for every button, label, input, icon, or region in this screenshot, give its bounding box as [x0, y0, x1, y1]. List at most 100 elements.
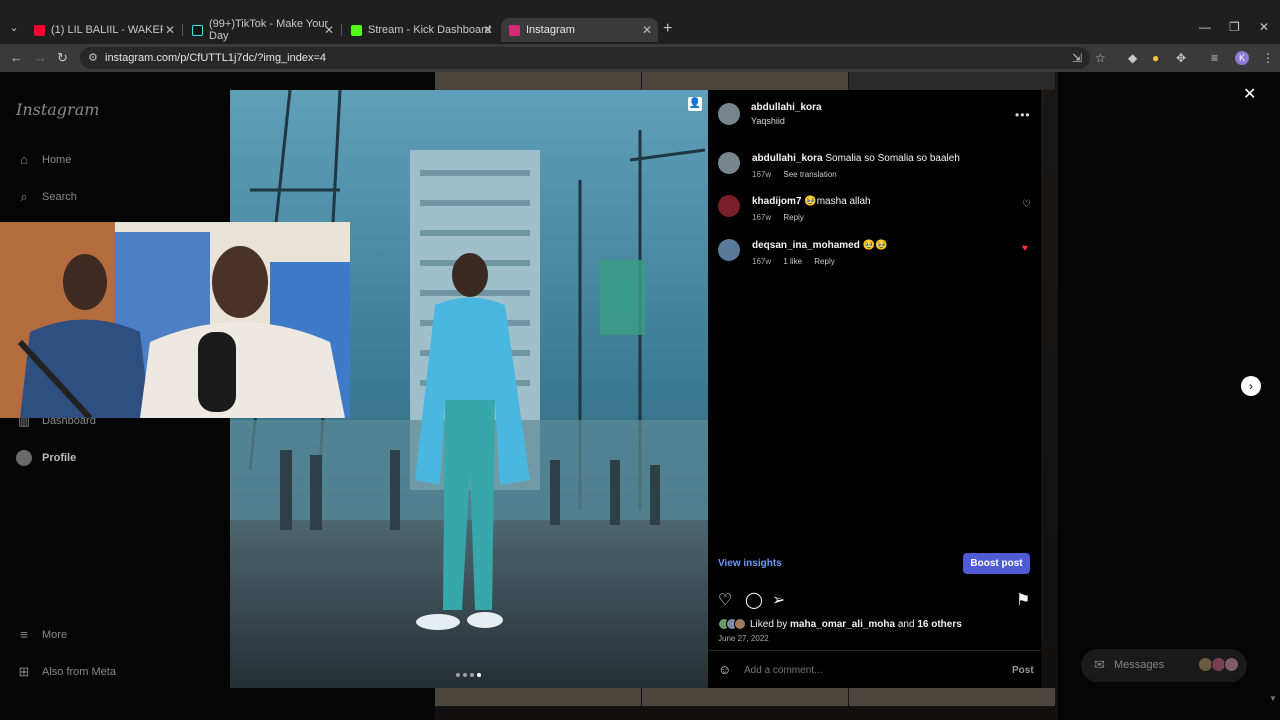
- tab-youtube[interactable]: (1) LIL BALIIL - WAKERE ( OFFICIA ✕: [26, 18, 181, 42]
- tab-kick[interactable]: Stream - Kick Dashboard ✕: [343, 18, 499, 42]
- tab-instagram[interactable]: Instagram ✕: [501, 18, 658, 42]
- carousel-dot-active: [477, 673, 481, 677]
- reply-button[interactable]: Reply: [814, 257, 834, 266]
- comment-username[interactable]: abdullahi_kora: [752, 153, 823, 164]
- save-bookmark-icon[interactable]: ⚑: [1016, 590, 1030, 610]
- add-comment-input[interactable]: [744, 665, 974, 676]
- comment-meta: 167w 1 like Reply: [752, 257, 845, 266]
- tag-people-icon[interactable]: 👤: [688, 97, 702, 111]
- emoji-smiley-icon[interactable]: ☺: [718, 662, 731, 677]
- liked-by-user[interactable]: maha_omar_ali_moha: [790, 619, 895, 630]
- liked-by: Liked by maha_omar_ali_moha and 16 other…: [718, 618, 962, 630]
- browser-tab-bar: ⌄ (1) LIL BALIIL - WAKERE ( OFFICIA ✕ (9…: [0, 0, 1280, 44]
- tab-close-icon[interactable]: ✕: [483, 23, 493, 37]
- address-bar[interactable]: ⚙ instagram.com/p/CfUTTL1j7dc/?img_index…: [80, 47, 1090, 69]
- webcam-overlay: [0, 222, 350, 418]
- sidebar-item-label: Search: [42, 191, 77, 203]
- new-tab-button[interactable]: +: [663, 20, 672, 38]
- bookmark-star-icon[interactable]: ☆: [1095, 51, 1106, 65]
- minimize-icon[interactable]: —: [1199, 20, 1211, 34]
- see-translation-button[interactable]: See translation: [783, 170, 836, 179]
- post-date[interactable]: June 27, 2022: [718, 634, 769, 643]
- tab-tiktok[interactable]: (99+)TikTok - Make Your Day ✕: [184, 18, 340, 42]
- comment: deqsan_ina_mohamed 🥹🥹: [752, 240, 888, 251]
- view-insights-link[interactable]: View insights: [718, 558, 782, 569]
- menu-icon: ≡: [20, 627, 28, 642]
- profile-avatar[interactable]: K: [1235, 51, 1249, 65]
- sidebar-item-label: Also from Meta: [42, 666, 116, 678]
- comment-meta: 167w See translation: [752, 170, 847, 179]
- messages-button[interactable]: ✉ Messages: [1081, 649, 1247, 682]
- search-icon: ⌕: [20, 189, 28, 204]
- comment: khadijom7 🥹masha allah: [752, 196, 871, 207]
- tab-close-icon[interactable]: ✕: [165, 23, 175, 37]
- sidebar-item-label: Home: [42, 154, 72, 166]
- grid-thumbnail: [849, 688, 1055, 706]
- comment-liked-heart-icon[interactable]: ♥: [1022, 243, 1028, 254]
- extensions-puzzle-icon[interactable]: ✥: [1176, 51, 1186, 65]
- author-avatar[interactable]: [718, 103, 740, 125]
- window-close-icon[interactable]: ✕: [1259, 20, 1269, 34]
- browser-toolbar: ← → ↻ ⚙ instagram.com/p/CfUTTL1j7dc/?img…: [0, 44, 1280, 72]
- reply-button[interactable]: Reply: [783, 213, 803, 222]
- close-modal-icon[interactable]: ✕: [1243, 84, 1256, 104]
- like-heart-icon[interactable]: ♡: [718, 590, 732, 610]
- restore-icon[interactable]: ❐: [1229, 20, 1240, 34]
- sidebar-item-profile[interactable]: Profile: [16, 450, 76, 466]
- kick-favicon-icon: [351, 24, 362, 36]
- back-arrow-icon[interactable]: ←: [10, 50, 23, 65]
- tab-title: Stream - Kick Dashboard: [368, 24, 491, 36]
- instagram-logo[interactable]: Instagram: [16, 100, 99, 119]
- sidebar-item-label: Profile: [42, 452, 77, 464]
- comment-text: Somalia so Somalia so baaleh: [825, 153, 960, 164]
- more-options-icon[interactable]: •••: [1015, 108, 1031, 122]
- comment-like-heart-icon[interactable]: ♡: [1022, 199, 1031, 210]
- comment-username[interactable]: khadijom7: [752, 196, 801, 207]
- comment-username[interactable]: deqsan_ina_mohamed: [752, 240, 860, 251]
- carousel-dot: [470, 673, 474, 677]
- author-username[interactable]: abdullahi_kora: [751, 102, 822, 113]
- reload-icon[interactable]: ↻: [57, 50, 68, 66]
- tab-title: (1) LIL BALIIL - WAKERE ( OFFICIA: [51, 24, 163, 36]
- extension-diamond-icon[interactable]: ◆: [1128, 51, 1137, 65]
- tab-separator: [341, 24, 342, 36]
- tab-title: (99+)TikTok - Make Your Day: [209, 18, 329, 42]
- site-info-icon[interactable]: ⚙: [88, 51, 98, 64]
- forward-arrow-icon[interactable]: →: [34, 50, 47, 65]
- meta-icon: ⊞: [18, 664, 30, 679]
- caption-text: abdullahi_kora Somalia so Somalia so baa…: [752, 153, 960, 164]
- liked-by-and: and: [897, 618, 915, 630]
- scrollbar-down-arrow-icon[interactable]: ▼: [1269, 694, 1277, 703]
- url-text: instagram.com/p/CfUTTL1j7dc/?img_index=4: [105, 52, 327, 64]
- browser-menu-icon[interactable]: ⋮: [1262, 51, 1274, 65]
- tab-close-icon[interactable]: ✕: [642, 23, 652, 37]
- grid-thumbnail: [642, 72, 848, 90]
- tiktok-favicon-icon: [192, 24, 203, 36]
- tab-title: Instagram: [526, 24, 575, 36]
- message-avatar: [1224, 657, 1239, 672]
- extension-coin-icon[interactable]: ●: [1152, 51, 1159, 65]
- sidebar-item-label: More: [42, 629, 68, 641]
- messenger-icon: ✉: [1094, 657, 1105, 672]
- sidebar-item-more[interactable]: ≡ More: [16, 627, 67, 643]
- post-comment-button[interactable]: Post: [1012, 665, 1034, 676]
- install-app-icon[interactable]: ⇲: [1072, 51, 1082, 65]
- tab-search-chevron-icon[interactable]: ⌄: [6, 20, 22, 36]
- media-controls-icon[interactable]: ≡: [1211, 51, 1218, 65]
- post-location[interactable]: Yaqshiid: [751, 116, 785, 126]
- comment-avatar[interactable]: [718, 195, 740, 217]
- liked-by-others[interactable]: 16 others: [917, 619, 961, 630]
- boost-post-button[interactable]: Boost post: [963, 553, 1030, 574]
- home-icon: ⌂: [20, 152, 28, 167]
- sidebar-item-search[interactable]: ⌕ Search: [16, 189, 77, 205]
- next-post-chevron-icon[interactable]: ›: [1241, 376, 1261, 396]
- divider: [708, 650, 1041, 651]
- comment-avatar[interactable]: [718, 152, 740, 174]
- sidebar-item-also-from-meta[interactable]: ⊞ Also from Meta: [16, 664, 116, 680]
- share-send-icon[interactable]: ➢: [772, 590, 785, 610]
- comment-avatar[interactable]: [718, 239, 740, 261]
- comment-likes[interactable]: 1 like: [783, 257, 802, 266]
- sidebar-item-home[interactable]: ⌂ Home: [16, 152, 71, 168]
- comment-bubble-icon[interactable]: ◯: [745, 590, 763, 610]
- tab-close-icon[interactable]: ✕: [324, 23, 334, 37]
